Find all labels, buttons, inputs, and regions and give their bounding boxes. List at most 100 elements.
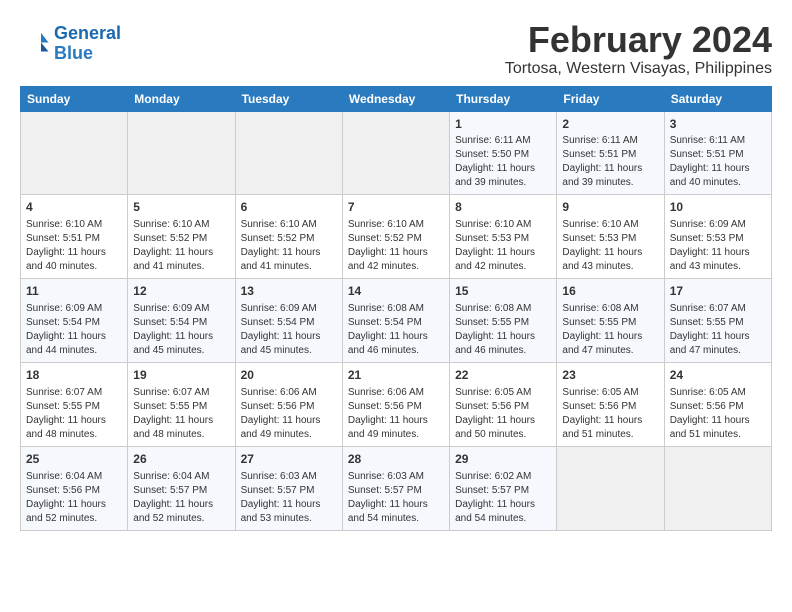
cell-info: Sunrise: 6:05 AM (670, 386, 766, 400)
cell-info: Daylight: 11 hours and 46 minutes. (455, 330, 551, 358)
day-number: 21 (348, 367, 444, 384)
cell-info: Sunrise: 6:09 AM (26, 302, 122, 316)
cell-info: Daylight: 11 hours and 41 minutes. (241, 246, 337, 274)
day-number: 6 (241, 199, 337, 216)
calendar-header-row: SundayMondayTuesdayWednesdayThursdayFrid… (21, 86, 772, 111)
calendar-cell: 19Sunrise: 6:07 AMSunset: 5:55 PMDayligh… (128, 362, 235, 446)
cell-info: Daylight: 11 hours and 50 minutes. (455, 414, 551, 442)
cell-info: Sunrise: 6:10 AM (455, 218, 551, 232)
day-number: 26 (133, 451, 229, 468)
cell-info: Daylight: 11 hours and 49 minutes. (241, 414, 337, 442)
day-number: 22 (455, 367, 551, 384)
cell-info: Daylight: 11 hours and 42 minutes. (348, 246, 444, 274)
day-number: 11 (26, 283, 122, 300)
day-number: 29 (455, 451, 551, 468)
calendar-cell (557, 446, 664, 530)
cell-info: Daylight: 11 hours and 54 minutes. (348, 498, 444, 526)
cell-info: Daylight: 11 hours and 40 minutes. (26, 246, 122, 274)
cell-info: Sunset: 5:53 PM (455, 232, 551, 246)
cell-info: Daylight: 11 hours and 51 minutes. (562, 414, 658, 442)
calendar-cell: 17Sunrise: 6:07 AMSunset: 5:55 PMDayligh… (664, 279, 771, 363)
day-number: 20 (241, 367, 337, 384)
calendar-cell (664, 446, 771, 530)
calendar-table: SundayMondayTuesdayWednesdayThursdayFrid… (20, 86, 772, 531)
calendar-cell: 10Sunrise: 6:09 AMSunset: 5:53 PMDayligh… (664, 195, 771, 279)
cell-info: Sunset: 5:57 PM (241, 484, 337, 498)
cell-info: Sunset: 5:51 PM (562, 148, 658, 162)
header-thursday: Thursday (450, 86, 557, 111)
calendar-cell: 6Sunrise: 6:10 AMSunset: 5:52 PMDaylight… (235, 195, 342, 279)
calendar-cell (342, 111, 449, 195)
week-row-3: 11Sunrise: 6:09 AMSunset: 5:54 PMDayligh… (21, 279, 772, 363)
cell-info: Sunrise: 6:08 AM (562, 302, 658, 316)
cell-info: Daylight: 11 hours and 42 minutes. (455, 246, 551, 274)
calendar-cell (128, 111, 235, 195)
day-number: 5 (133, 199, 229, 216)
cell-info: Sunset: 5:54 PM (348, 316, 444, 330)
cell-info: Sunrise: 6:10 AM (26, 218, 122, 232)
calendar-cell: 18Sunrise: 6:07 AMSunset: 5:55 PMDayligh… (21, 362, 128, 446)
cell-info: Sunrise: 6:08 AM (348, 302, 444, 316)
day-number: 27 (241, 451, 337, 468)
day-number: 15 (455, 283, 551, 300)
cell-info: Sunrise: 6:10 AM (348, 218, 444, 232)
page-title: February 2024 (505, 20, 772, 60)
cell-info: Daylight: 11 hours and 54 minutes. (455, 498, 551, 526)
calendar-cell: 25Sunrise: 6:04 AMSunset: 5:56 PMDayligh… (21, 446, 128, 530)
cell-info: Sunrise: 6:10 AM (562, 218, 658, 232)
cell-info: Daylight: 11 hours and 47 minutes. (670, 330, 766, 358)
day-number: 13 (241, 283, 337, 300)
cell-info: Sunrise: 6:03 AM (348, 470, 444, 484)
calendar-cell: 29Sunrise: 6:02 AMSunset: 5:57 PMDayligh… (450, 446, 557, 530)
cell-info: Sunset: 5:55 PM (26, 400, 122, 414)
cell-info: Sunset: 5:55 PM (670, 316, 766, 330)
cell-info: Sunset: 5:57 PM (348, 484, 444, 498)
cell-info: Daylight: 11 hours and 46 minutes. (348, 330, 444, 358)
cell-info: Daylight: 11 hours and 44 minutes. (26, 330, 122, 358)
page-subtitle: Tortosa, Western Visayas, Philippines (505, 60, 772, 78)
cell-info: Sunrise: 6:10 AM (241, 218, 337, 232)
calendar-cell: 14Sunrise: 6:08 AMSunset: 5:54 PMDayligh… (342, 279, 449, 363)
cell-info: Daylight: 11 hours and 52 minutes. (26, 498, 122, 526)
day-number: 1 (455, 116, 551, 133)
cell-info: Sunrise: 6:03 AM (241, 470, 337, 484)
calendar-cell: 7Sunrise: 6:10 AMSunset: 5:52 PMDaylight… (342, 195, 449, 279)
calendar-cell: 23Sunrise: 6:05 AMSunset: 5:56 PMDayligh… (557, 362, 664, 446)
calendar-cell (21, 111, 128, 195)
title-block: February 2024 Tortosa, Western Visayas, … (505, 20, 772, 78)
calendar-cell: 8 Sunrise: 6:10 AMSunset: 5:53 PMDaylight… (450, 195, 557, 279)
cell-info: Sunset: 5:54 PM (241, 316, 337, 330)
cell-info: Daylight: 11 hours and 47 minutes. (562, 330, 658, 358)
header-friday: Friday (557, 86, 664, 111)
calendar-cell: 4Sunrise: 6:10 AMSunset: 5:51 PMDaylight… (21, 195, 128, 279)
calendar-cell: 16Sunrise: 6:08 AMSunset: 5:55 PMDayligh… (557, 279, 664, 363)
day-number: 8 (455, 199, 551, 216)
cell-info: Sunrise: 6:09 AM (670, 218, 766, 232)
day-number: 16 (562, 283, 658, 300)
day-number: 7 (348, 199, 444, 216)
calendar-cell: 20Sunrise: 6:06 AMSunset: 5:56 PMDayligh… (235, 362, 342, 446)
cell-info: Daylight: 11 hours and 45 minutes. (133, 330, 229, 358)
cell-info: Daylight: 11 hours and 51 minutes. (670, 414, 766, 442)
cell-info: Sunset: 5:56 PM (455, 400, 551, 414)
cell-info: Sunset: 5:56 PM (241, 400, 337, 414)
cell-info: Sunset: 5:54 PM (133, 316, 229, 330)
day-number: 10 (670, 199, 766, 216)
cell-info: Daylight: 11 hours and 52 minutes. (133, 498, 229, 526)
day-number: 19 (133, 367, 229, 384)
cell-info: Daylight: 11 hours and 53 minutes. (241, 498, 337, 526)
day-number: 4 (26, 199, 122, 216)
cell-info: Sunset: 5:56 PM (562, 400, 658, 414)
calendar-cell: 5Sunrise: 6:10 AMSunset: 5:52 PMDaylight… (128, 195, 235, 279)
cell-info: Sunset: 5:56 PM (348, 400, 444, 414)
calendar-cell: 26Sunrise: 6:04 AMSunset: 5:57 PMDayligh… (128, 446, 235, 530)
day-number: 28 (348, 451, 444, 468)
day-number: 12 (133, 283, 229, 300)
cell-info: Sunrise: 6:05 AM (455, 386, 551, 400)
cell-info: Daylight: 11 hours and 41 minutes. (133, 246, 229, 274)
cell-info: Daylight: 11 hours and 48 minutes. (26, 414, 122, 442)
calendar-cell: 24Sunrise: 6:05 AMSunset: 5:56 PMDayligh… (664, 362, 771, 446)
cell-info: Sunset: 5:55 PM (133, 400, 229, 414)
cell-info: Sunrise: 6:07 AM (26, 386, 122, 400)
header-monday: Monday (128, 86, 235, 111)
